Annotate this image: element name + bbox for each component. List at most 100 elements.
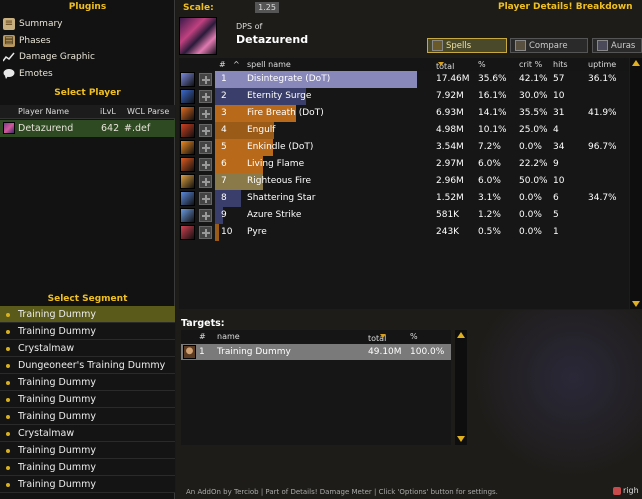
tab-compare[interactable]: Compare (510, 38, 588, 53)
sort-desc-icon (380, 334, 386, 338)
segment-item[interactable]: Training Dummy (0, 442, 175, 459)
scroll-up-icon[interactable] (457, 332, 465, 338)
plugin-emotes[interactable]: Emotes (3, 66, 53, 82)
header-wcl-parse[interactable]: WCL Parse (127, 107, 169, 116)
header-player-name[interactable]: Player Name (18, 107, 69, 116)
plugin-phases[interactable]: ▤ Phases (3, 33, 51, 49)
segment-label: Training Dummy (18, 377, 96, 388)
breakdown-title: Player Details! Breakdown (498, 2, 633, 12)
player-ilvl: 642 (101, 123, 120, 134)
spell-scrollbar[interactable] (630, 58, 642, 309)
segment-label: Training Dummy (18, 445, 96, 456)
segment-item[interactable]: Training Dummy (0, 323, 175, 340)
expand-plus-icon[interactable] (199, 158, 212, 171)
spell-row[interactable]: 6 Living Flame 2.97M 6.0% 22.2% 9 (179, 156, 629, 173)
speech-bubble-icon (3, 68, 15, 80)
scroll-down-icon[interactable] (632, 301, 640, 307)
spell-row[interactable]: 1 Disintegrate (DoT) 17.46M 35.6% 42.1% 57 36.… (179, 71, 629, 88)
player-row[interactable]: Detazurend 642 #.def (0, 120, 175, 137)
spell-table-body: 1 Disintegrate (DoT) 17.46M 35.6% 42.1% 57 36.… (179, 71, 629, 309)
expand-plus-icon[interactable] (199, 192, 212, 205)
spell-name: Pyre (247, 227, 267, 237)
segment-label: Training Dummy (18, 411, 96, 422)
plugin-summary[interactable]: ≡ Summary (3, 16, 63, 32)
spell-name: Shattering Star (247, 193, 316, 203)
segment-item[interactable]: Training Dummy (0, 306, 175, 323)
spell-row[interactable]: 5 Enkindle (DoT) 3.54M 7.2% 0.0% 34 96.7% (179, 139, 629, 156)
scroll-up-icon[interactable] (632, 60, 640, 66)
spell-row[interactable]: 3 Fire Breath (DoT) 6.93M 14.1% 35.5% 31 41.9% (179, 105, 629, 122)
header-uptime[interactable]: uptime (588, 60, 616, 69)
spell-damage-bar (215, 190, 241, 207)
target-row[interactable]: 1 Training Dummy 49.10M 100.0% (181, 344, 451, 360)
segment-item[interactable]: Training Dummy (0, 391, 175, 408)
header-percent[interactable]: % (410, 332, 418, 341)
spell-crit: 25.0% (519, 125, 548, 135)
header-caret[interactable]: ^ (233, 60, 240, 69)
gear-icon[interactable] (613, 486, 621, 495)
sort-desc-icon (438, 62, 444, 66)
target-scrollbar[interactable] (455, 330, 467, 445)
segment-dot (6, 415, 10, 419)
target-total: 49.10M (368, 347, 402, 357)
segment-item[interactable]: Dungeoneer's Training Dummy (0, 357, 175, 374)
header-spell-name[interactable]: spell name (247, 60, 291, 69)
spell-row[interactable]: 8 Shattering Star 1.52M 3.1% 0.0% 6 34.7% (179, 190, 629, 207)
spell-total: 581K (436, 210, 460, 220)
segment-item[interactable]: Crystalmaw (0, 425, 175, 442)
expand-plus-icon[interactable] (199, 141, 212, 154)
scroll-down-icon[interactable] (457, 436, 465, 442)
scroll-icon: ≡ (3, 18, 15, 30)
expand-plus-icon[interactable] (199, 226, 212, 239)
segment-label: Training Dummy (18, 326, 96, 337)
expand-plus-icon[interactable] (199, 90, 212, 103)
header-name[interactable]: name (217, 332, 240, 341)
expand-plus-icon[interactable] (199, 124, 212, 137)
spell-row[interactable]: 2 Eternity Surge 7.92M 16.1% 30.0% 10 (179, 88, 629, 105)
scale-input[interactable]: 1.25 (255, 2, 279, 13)
target-table-header: # name total % (181, 330, 451, 343)
tab-spells[interactable]: Spells (427, 38, 507, 53)
spell-hits: 31 (553, 108, 565, 118)
segment-dot (6, 483, 10, 487)
segment-item[interactable]: Training Dummy (0, 476, 175, 493)
map-icon: ▤ (3, 35, 15, 47)
spell-row[interactable]: 9 Azure Strike 581K 1.2% 0.0% 5 (179, 207, 629, 224)
segment-item[interactable]: Training Dummy (0, 374, 175, 391)
header-hits[interactable]: hits (553, 60, 568, 69)
spell-pct: 10.1% (478, 125, 507, 135)
header-crit[interactable]: crit % (519, 60, 542, 69)
tab-auras[interactable]: Auras (592, 38, 642, 53)
header-rank[interactable]: # (219, 60, 226, 69)
target-table-body: 1 Training Dummy 49.10M 100.0% (181, 343, 451, 445)
header-ilvl[interactable]: iLvL (100, 107, 116, 116)
expand-plus-icon[interactable] (199, 175, 212, 188)
segment-dot (6, 330, 10, 334)
spell-rank: 1 (221, 74, 227, 84)
spell-icon (180, 174, 195, 189)
spell-icon (180, 106, 195, 121)
expand-plus-icon[interactable] (199, 209, 212, 222)
spell-total: 6.93M (436, 108, 464, 118)
segment-label: Training Dummy (18, 479, 96, 490)
expand-plus-icon[interactable] (199, 73, 212, 86)
spell-row[interactable]: 4 Engulf 4.98M 10.1% 25.0% 4 (179, 122, 629, 139)
header-percent[interactable]: % (478, 60, 486, 69)
spell-name: Righteous Fire (247, 176, 312, 186)
scale-label: Scale: (183, 3, 214, 13)
expand-plus-icon[interactable] (199, 107, 212, 120)
select-player-title: Select Player (54, 88, 121, 98)
spell-hits: 10 (553, 176, 565, 186)
player-name: Detazurend (18, 123, 74, 134)
spell-hits: 9 (553, 159, 559, 169)
plugins-title: Plugins (68, 2, 107, 12)
segment-item[interactable]: Training Dummy (0, 459, 175, 476)
header-rank[interactable]: # (199, 332, 206, 341)
spell-rank: 4 (221, 125, 227, 135)
segment-item[interactable]: Training Dummy (0, 408, 175, 425)
plugin-damage-graphic[interactable]: Damage Graphic (2, 49, 95, 65)
spell-row[interactable]: 10 Pyre 243K 0.5% 0.0% 1 (179, 224, 629, 241)
segment-item[interactable]: Crystalmaw (0, 340, 175, 357)
tab-label: Compare (529, 40, 568, 51)
spell-row[interactable]: 7 Righteous Fire 2.96M 6.0% 50.0% 10 (179, 173, 629, 190)
